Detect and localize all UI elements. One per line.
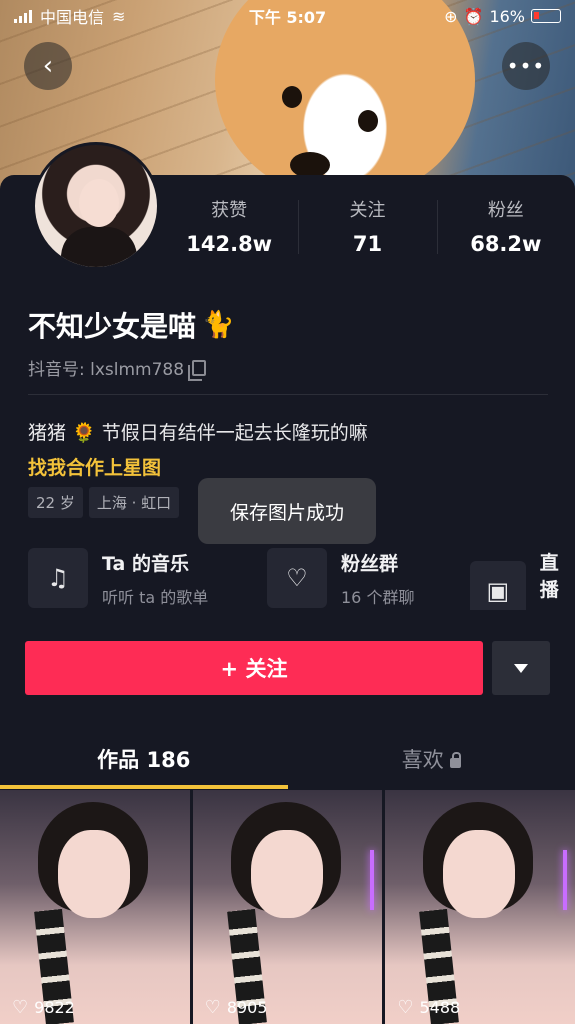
more-actions-button[interactable] bbox=[492, 641, 550, 695]
heart-icon: ♡ bbox=[204, 997, 221, 1018]
profile-tags: 22 岁 上海 · 虹口 bbox=[28, 487, 180, 518]
cover-dog-eye bbox=[282, 86, 302, 108]
avatar[interactable] bbox=[32, 142, 160, 270]
thumb-neon-light bbox=[563, 850, 568, 910]
video-likes: ♡ 9822 bbox=[12, 997, 75, 1018]
stat-value: 71 bbox=[352, 232, 383, 256]
cover-dog-eye bbox=[358, 110, 378, 132]
signal-icon bbox=[14, 9, 32, 23]
entry-title: 粉丝群 bbox=[341, 552, 399, 575]
entry-subtitle: 听听 ta 的歌单 bbox=[102, 587, 209, 607]
stat-label: 粉丝 bbox=[487, 200, 524, 221]
tag-age: 22 岁 bbox=[28, 487, 83, 518]
video-thumbnail[interactable]: ♡ 9822 bbox=[0, 790, 190, 1024]
stat-label: 获赞 bbox=[211, 200, 248, 221]
avatar-face bbox=[79, 179, 119, 227]
avatar-dress bbox=[61, 227, 137, 267]
status-left: 中国电信 ≋ bbox=[14, 4, 214, 28]
status-bar: 中国电信 ≋ 下午 5:07 ⊕ ⏰ 16% bbox=[0, 0, 575, 32]
entry-text: 粉丝群 16 个群聊 bbox=[341, 549, 414, 608]
entry-title: Ta 的音乐 bbox=[102, 552, 189, 575]
wifi-icon: ≋ bbox=[112, 6, 126, 26]
likes-count: 8905 bbox=[226, 998, 268, 1017]
stat-following[interactable]: 关注 71 bbox=[298, 196, 436, 260]
thumb-face bbox=[58, 830, 130, 918]
thumb-face bbox=[443, 830, 516, 918]
copy-icon[interactable] bbox=[188, 359, 207, 381]
stat-followers[interactable]: 粉丝 68.2w bbox=[436, 196, 575, 260]
video-thumbnail[interactable]: ♡ 5488 bbox=[385, 790, 575, 1024]
tab-label: 作品 186 bbox=[97, 748, 191, 772]
stat-label: 关注 bbox=[349, 200, 386, 221]
battery-icon bbox=[531, 9, 561, 23]
heart-icon: ♡ bbox=[397, 997, 414, 1018]
chevron-left-icon: ‹ bbox=[42, 51, 54, 81]
stat-value: 68.2w bbox=[470, 232, 542, 256]
battery-percent: 16% bbox=[489, 6, 525, 26]
entry-music[interactable]: ♫ Ta 的音乐 听听 ta 的歌单 bbox=[28, 548, 208, 608]
caret-down-icon bbox=[514, 663, 528, 673]
active-tab-indicator bbox=[0, 785, 288, 789]
tab-label: 喜欢 bbox=[401, 748, 444, 772]
entry-text: 直播 查看 bbox=[540, 548, 575, 610]
handle-text: 抖音号: lxslmm788 bbox=[28, 360, 185, 380]
carrier-name: 中国电信 bbox=[40, 8, 105, 27]
lock-rotation-icon: ⊕ bbox=[444, 6, 458, 26]
music-note-icon: ♫ bbox=[28, 548, 88, 608]
likes-count: 9822 bbox=[34, 998, 75, 1017]
alarm-icon: ⏰ bbox=[463, 6, 484, 26]
video-grid: ♡ 9822 ♡ 8905 ♡ 5488 bbox=[0, 790, 575, 1024]
entry-subtitle: 16 个群聊 bbox=[341, 587, 415, 607]
follow-label: + 关注 bbox=[220, 657, 288, 681]
tv-icon: ▣ bbox=[470, 561, 526, 610]
status-right: ⊕ ⏰ 16% bbox=[361, 7, 561, 26]
tab-likes[interactable]: 喜欢 bbox=[288, 730, 575, 790]
lock-icon bbox=[449, 752, 461, 768]
video-likes: ♡ 5488 bbox=[397, 997, 460, 1018]
profile-stats: 获赞 142.8w 关注 71 粉丝 68.2w bbox=[160, 196, 575, 260]
tag-location: 上海 · 虹口 bbox=[88, 487, 180, 518]
profile-handle: 抖音号: lxslmm788 bbox=[28, 355, 207, 381]
video-likes: ♡ 8905 bbox=[205, 997, 268, 1018]
profile-bio: 猪猪 🌻 节假日有结伴一起去长隆玩的嘛 bbox=[28, 422, 368, 444]
thumb-neon-light bbox=[370, 850, 375, 910]
cat-emoji: 🐈 bbox=[202, 310, 235, 340]
more-button[interactable]: ••• bbox=[502, 42, 550, 90]
entry-fan-group[interactable]: ♡ 粉丝群 16 个群聊 bbox=[267, 548, 414, 608]
entry-live[interactable]: ▣ 直播 查看 bbox=[470, 548, 575, 610]
cooperation-link[interactable]: 找我合作上星图 bbox=[28, 453, 161, 480]
divider bbox=[28, 394, 548, 395]
video-thumbnail[interactable]: ♡ 8905 bbox=[192, 790, 383, 1024]
user-heart-icon: ♡ bbox=[267, 548, 327, 608]
heart-icon: ♡ bbox=[12, 997, 29, 1018]
status-time: 下午 5:07 bbox=[248, 8, 327, 27]
follow-button[interactable]: + 关注 bbox=[25, 641, 483, 695]
profile-name: 不知少女是喵 🐈 bbox=[28, 305, 234, 345]
toast-message: 保存图片成功 bbox=[198, 478, 376, 544]
more-dots-icon: ••• bbox=[506, 54, 546, 78]
back-button[interactable]: ‹ bbox=[24, 42, 72, 90]
profile-entries: ♫ Ta 的音乐 听听 ta 的歌单 ♡ 粉丝群 16 个群聊 ▣ 直播 查看 bbox=[28, 548, 575, 610]
content-tabs: 作品 186 喜欢 bbox=[0, 730, 575, 790]
stat-likes[interactable]: 获赞 142.8w bbox=[160, 196, 298, 260]
stat-value: 142.8w bbox=[186, 232, 273, 256]
tab-works[interactable]: 作品 186 bbox=[0, 730, 288, 790]
entry-title: 直播 bbox=[539, 552, 559, 601]
likes-count: 5488 bbox=[419, 998, 461, 1017]
profile-name-text: 不知少女是喵 bbox=[28, 310, 197, 343]
entry-text: Ta 的音乐 听听 ta 的歌单 bbox=[102, 549, 208, 608]
thumb-face bbox=[250, 830, 323, 918]
